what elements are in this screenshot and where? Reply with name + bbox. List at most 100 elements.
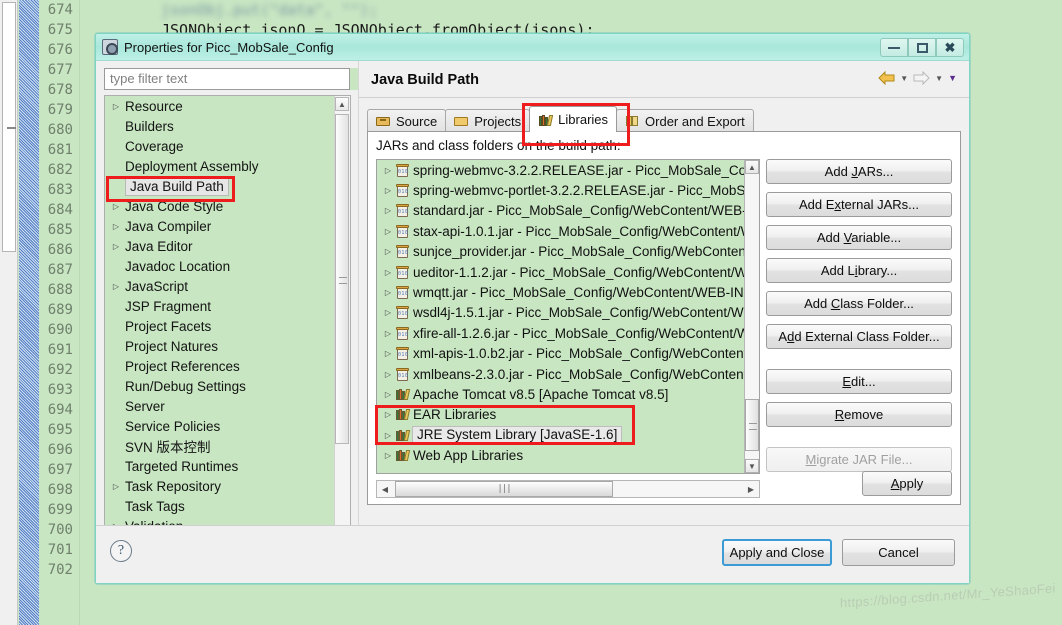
tree-scroll-thumb[interactable] [335,114,349,444]
tree-item-run-debug-settings[interactable]: ▷Run/Debug Settings [105,376,333,396]
maximize-button[interactable] [908,38,936,57]
view-menu-icon[interactable]: ▼ [948,73,957,83]
tree-item-project-natures[interactable]: ▷Project Natures [105,336,333,356]
list-horizontal-scrollbar[interactable]: ◀ ▶ [376,480,760,498]
classpath-entry-row[interactable]: ▷ 010 xfire-all-1.2.6.jar - Picc_MobSale_C… [377,323,759,343]
tree-item-java-code-style[interactable]: ▷ Java Code Style [105,196,333,216]
list-scroll-up-icon[interactable]: ▲ [745,160,759,174]
entry-expand-chevron-right-icon[interactable]: ▷ [381,268,395,277]
classpath-entry-row[interactable]: ▷ 010 ueditor-1.1.2.jar - Picc_MobSale_Con… [377,262,759,282]
add-external-class-folder-button[interactable]: Add External Class Folder... [766,324,952,349]
entry-expand-chevron-right-icon[interactable]: ▷ [381,166,395,175]
apply-button-label: Apply [890,476,924,491]
hscroll-left-icon[interactable]: ◀ [377,485,393,494]
classpath-entry-row[interactable]: ▷ 010 spring-webmvc-3.2.2.RELEASE.jar - Pi… [377,160,759,180]
hscroll-track[interactable] [393,481,743,497]
tree-expand-chevron-right-icon[interactable]: ▷ [109,282,123,291]
tree-item-svn[interactable]: ▷SVN 版本控制 [105,436,333,456]
tree-scroll-up-icon[interactable]: ▲ [335,97,349,111]
entry-expand-chevron-right-icon[interactable]: ▷ [381,247,395,256]
entry-expand-chevron-right-icon[interactable]: ▷ [381,288,395,297]
list-scroll-thumb[interactable] [745,399,759,451]
tree-item-java-editor[interactable]: ▷ Java Editor [105,236,333,256]
classpath-entry-row[interactable]: ▷ JRE System Library [JavaSE-1.6] [377,425,759,445]
classpath-entry-row[interactable]: ▷ 010 xml-apis-1.0.b2.jar - Picc_MobSale_C… [377,344,759,364]
add-external-jars-button[interactable]: Add External JARs... [766,192,952,217]
minimize-button[interactable] [880,38,908,57]
tree-item-task-repository[interactable]: ▷ Task Repository [105,476,333,496]
classpath-entry-row[interactable]: ▷ 010 xmlbeans-2.3.0.jar - Picc_MobSale_Co… [377,364,759,384]
list-scroll-down-icon[interactable]: ▼ [745,459,759,473]
entry-expand-chevron-right-icon[interactable]: ▷ [381,349,395,358]
add-jars-button[interactable]: Add JARs... [766,159,952,184]
tree-item-java-compiler[interactable]: ▷ Java Compiler [105,216,333,236]
entry-expand-chevron-right-icon[interactable]: ▷ [381,451,395,460]
entry-expand-chevron-right-icon[interactable]: ▷ [381,370,395,379]
tab-order-and-export[interactable]: Order and Export [616,109,754,132]
help-icon[interactable]: ? [110,540,132,562]
entry-expand-chevron-right-icon[interactable]: ▷ [381,410,395,419]
tree-expand-chevron-right-icon[interactable]: ▷ [109,482,123,491]
properties-tree-panel[interactable]: ▷Resource▷Builders▷Coverage▷Deployment A… [104,95,351,550]
classpath-entry-row[interactable]: ▷ Web App Libraries [377,445,759,465]
tree-expand-chevron-right-icon[interactable]: ▷ [109,242,123,251]
close-button[interactable]: ✖ [936,38,964,57]
classpath-entry-row[interactable]: ▷ 010 spring-webmvc-portlet-3.2.2.RELEASE.… [377,180,759,200]
entry-expand-chevron-right-icon[interactable]: ▷ [381,308,395,317]
back-menu-chevron-down-icon[interactable]: ▼ [900,74,908,83]
entry-expand-chevron-right-icon[interactable]: ▷ [381,227,395,236]
remove-button[interactable]: Remove [766,402,952,427]
tree-item-resource[interactable]: ▷ Resource [105,96,333,116]
tree-item-builders[interactable]: ▷Builders [105,116,333,136]
classpath-entry-row[interactable]: ▷ 010 stax-api-1.0.1.jar - Picc_MobSale_Co… [377,221,759,241]
tree-item-server[interactable]: ▷Server [105,396,333,416]
add-variable-button[interactable]: Add Variable... [766,225,952,250]
tree-expand-chevron-right-icon[interactable]: ▷ [109,222,123,231]
tree-item-task-tags[interactable]: ▷Task Tags [105,496,333,516]
tree-item-project-facets[interactable]: ▷Project Facets [105,316,333,336]
classpath-entry-row[interactable]: ▷ 010 standard.jar - Picc_MobSale_Config/W… [377,201,759,221]
tree-item-javadoc-location[interactable]: ▷Javadoc Location [105,256,333,276]
tree-item-targeted-runtimes[interactable]: ▷Targeted Runtimes [105,456,333,476]
apply-and-close-button[interactable]: Apply and Close [722,539,832,566]
back-arrow-icon[interactable] [878,71,895,85]
tree-item-service-policies[interactable]: ▷Service Policies [105,416,333,436]
outer-scroll-thumb[interactable] [2,2,16,252]
entry-expand-chevron-right-icon[interactable]: ▷ [381,329,395,338]
tree-item-java-build-path[interactable]: ▷Java Build Path [105,176,333,196]
tree-item-javascript[interactable]: ▷ JavaScript [105,276,333,296]
forward-menu-chevron-down-icon[interactable]: ▼ [935,74,943,83]
classpath-entry-row[interactable]: ▷ Apache Tomcat v8.5 [Apache Tomcat v8.5] [377,384,759,404]
workbench-outer-scrollbar[interactable] [0,0,18,625]
tree-item-project-references[interactable]: ▷Project References [105,356,333,376]
tree-vertical-scrollbar[interactable]: ▲ ▼ [334,96,350,549]
tree-item-deployment-assembly[interactable]: ▷Deployment Assembly [105,156,333,176]
cancel-button[interactable]: Cancel [842,539,955,566]
classpath-entries-list[interactable]: ▷ 010 spring-webmvc-3.2.2.RELEASE.jar - Pi… [376,159,760,474]
apply-button[interactable]: Apply [862,471,952,496]
add-class-folder-button[interactable]: Add Class Folder... [766,291,952,316]
filter-input[interactable]: type filter text [104,68,350,90]
edit-button[interactable]: Edit... [766,369,952,394]
dialog-titlebar[interactable]: Properties for Picc_MobSale_Config ✖ [96,34,969,61]
hscroll-thumb[interactable] [395,481,613,497]
entry-expand-chevron-right-icon[interactable]: ▷ [381,186,395,195]
line-number: 697 [47,462,73,478]
entry-expand-chevron-right-icon[interactable]: ▷ [381,390,395,399]
entry-expand-chevron-right-icon[interactable]: ▷ [381,206,395,215]
classpath-entry-row[interactable]: ▷ 010 sunjce_provider.jar - Picc_MobSale_C… [377,242,759,262]
classpath-entry-row[interactable]: ▷ 010 wmqtt.jar - Picc_MobSale_Config/WebC… [377,282,759,302]
add-library-button[interactable]: Add Library... [766,258,952,283]
tree-expand-chevron-right-icon[interactable]: ▷ [109,202,123,211]
tab-projects[interactable]: Projects [445,109,531,132]
classpath-entry-row[interactable]: ▷ 010 wsdl4j-1.5.1.jar - Picc_MobSale_Conf… [377,303,759,323]
tree-expand-chevron-right-icon[interactable]: ▷ [109,102,123,111]
classpath-entry-row[interactable]: ▷ EAR Libraries [377,405,759,425]
tree-item-jsp-fragment[interactable]: ▷JSP Fragment [105,296,333,316]
hscroll-right-icon[interactable]: ▶ [743,485,759,494]
tab-libraries[interactable]: Libraries [529,106,618,132]
entry-expand-chevron-right-icon[interactable]: ▷ [381,431,395,440]
tab-source[interactable]: Source [367,109,447,132]
tree-item-coverage[interactable]: ▷Coverage [105,136,333,156]
list-vertical-scrollbar[interactable]: ▲ ▼ [744,160,759,473]
